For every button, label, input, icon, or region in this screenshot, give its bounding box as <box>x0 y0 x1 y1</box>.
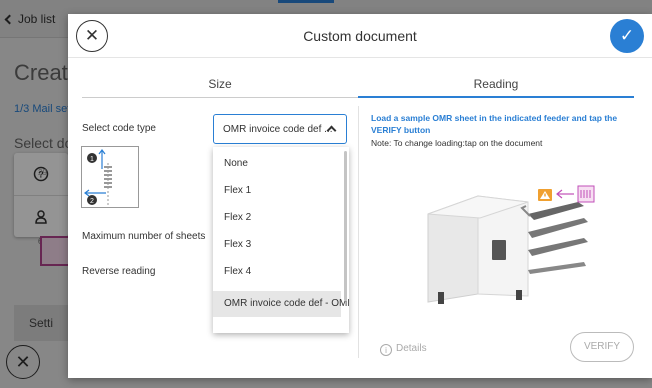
code-type-label: Select code type <box>82 123 156 134</box>
dropdown-option-selected[interactable]: OMR invoice code def - OMR <box>213 291 349 317</box>
max-sheets-label: Maximum number of sheets <box>82 231 206 242</box>
folder-inserter-machine-illustration[interactable] <box>418 174 618 314</box>
code-type-dropdown: None Flex 1 Flex 2 Flex 3 Flex 4 OMR inv… <box>213 147 349 333</box>
tab-bar: Size Reading <box>82 72 634 98</box>
code-type-value: OMR invoice code def ... <box>223 124 333 135</box>
tab-size[interactable]: Size <box>82 72 358 98</box>
pane-divider <box>358 106 359 358</box>
verify-button[interactable]: VERIFY <box>570 332 634 362</box>
reading-instruction: Load a sample OMR sheet in the indicated… <box>371 113 618 135</box>
thumb-marker-2: 2 <box>90 198 94 205</box>
dropdown-option[interactable]: Flex 1 <box>213 178 341 204</box>
thumb-marker-1: 1 <box>90 156 94 163</box>
dialog-title: Custom document <box>303 28 417 44</box>
omr-position-thumbnail[interactable]: 1 2 <box>81 146 139 208</box>
custom-document-dialog: ✕ Custom document ✓ Size Reading Select … <box>68 14 652 378</box>
dialog-header: ✕ Custom document ✓ <box>68 14 652 58</box>
code-type-select[interactable]: OMR invoice code def ... <box>213 114 347 144</box>
dropdown-option[interactable]: Flex 2 <box>213 205 341 231</box>
dialog-confirm-button[interactable]: ✓ <box>610 19 644 53</box>
info-icon: i <box>380 344 392 356</box>
dropdown-option[interactable]: None <box>213 151 341 177</box>
check-icon: ✓ <box>619 26 635 45</box>
omr-sheet-diagram: 1 2 <box>84 149 112 205</box>
reverse-reading-label: Reverse reading <box>82 266 156 277</box>
reading-note: Note: To change loading:tap on the docum… <box>371 138 543 148</box>
dropdown-option[interactable]: Flex 3 <box>213 232 341 258</box>
details-button[interactable]: i Details <box>380 343 427 356</box>
dropdown-scrollbar[interactable] <box>344 151 347 301</box>
tab-reading[interactable]: Reading <box>358 72 634 98</box>
dropdown-option[interactable]: Flex 4 <box>213 259 341 285</box>
